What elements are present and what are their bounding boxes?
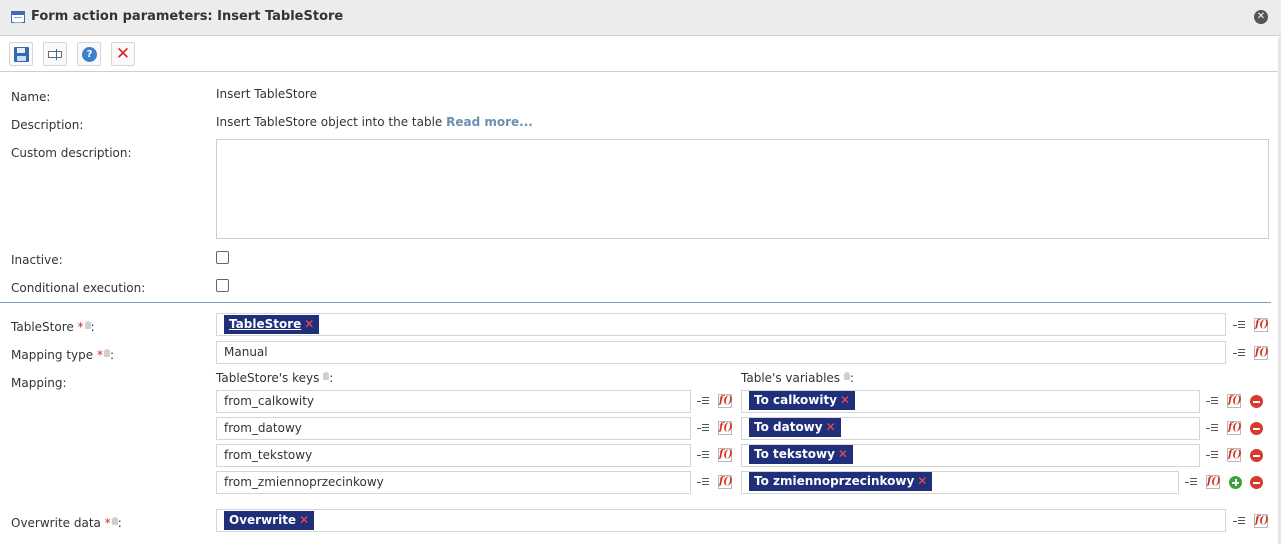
variable-list-icon[interactable] xyxy=(697,477,710,489)
variable-list-icon[interactable] xyxy=(1185,477,1198,489)
mapping-label: Mapping: xyxy=(11,376,67,390)
mapping-key-input[interactable]: from_tekstowy xyxy=(216,444,691,467)
variable-list-icon[interactable] xyxy=(1233,348,1246,360)
floppy-disk-icon xyxy=(14,47,29,62)
function-icon[interactable]: f() xyxy=(1254,346,1269,360)
function-icon[interactable]: f() xyxy=(1254,318,1269,332)
variable-list-icon[interactable] xyxy=(697,396,710,408)
variable-list-icon[interactable] xyxy=(1233,320,1246,332)
toolbar: ? ✕ xyxy=(0,37,1281,72)
function-icon[interactable]: f() xyxy=(1254,514,1269,528)
text-field-icon xyxy=(48,51,62,58)
rename-button[interactable] xyxy=(43,42,67,66)
read-more-link[interactable]: Read more... xyxy=(446,115,533,129)
variable-list-icon[interactable] xyxy=(697,450,710,462)
cancel-button[interactable]: ✕ xyxy=(111,42,135,66)
variable-list-icon[interactable] xyxy=(1206,423,1219,435)
variable-chip[interactable]: To datowy ✕ xyxy=(749,418,841,437)
variable-list-icon[interactable] xyxy=(1233,516,1246,528)
overwrite-data-label: Overwrite data *: xyxy=(11,516,122,530)
chip-remove-icon[interactable]: ✕ xyxy=(304,317,314,331)
question-icon: ? xyxy=(82,47,97,62)
dialog-titlebar: Form action parameters: Insert TableStor… xyxy=(0,0,1281,36)
save-button[interactable] xyxy=(9,42,33,66)
function-icon[interactable]: f() xyxy=(1227,448,1242,462)
function-icon[interactable]: f() xyxy=(1206,475,1221,489)
tablestore-field[interactable] xyxy=(216,313,1226,336)
variable-list-icon[interactable] xyxy=(1206,396,1219,408)
variable-chip[interactable]: To calkowity ✕ xyxy=(749,391,856,410)
close-icon[interactable]: ✕ xyxy=(1254,10,1268,24)
chip-remove-icon[interactable]: ✕ xyxy=(840,393,850,407)
dialog-title: Form action parameters: Insert TableStor… xyxy=(31,9,344,24)
function-icon[interactable]: f() xyxy=(1227,394,1242,408)
mapping-key-input[interactable]: from_datowy xyxy=(216,417,691,440)
remove-row-icon[interactable] xyxy=(1250,395,1263,408)
function-icon[interactable]: f() xyxy=(718,421,733,435)
help-button[interactable]: ? xyxy=(77,42,101,66)
description-label: Description: xyxy=(11,118,84,132)
add-row-icon[interactable] xyxy=(1229,476,1242,489)
name-label: Name: xyxy=(11,90,51,104)
tablestore-label: TableStore *: xyxy=(11,320,95,334)
mapping-type-label: Mapping type *: xyxy=(11,348,114,362)
variables-header: Table's variables : xyxy=(741,371,854,385)
tablestore-chip[interactable]: TableStore ✕ xyxy=(224,315,320,334)
function-icon[interactable]: f() xyxy=(718,448,733,462)
close-x-icon: ✕ xyxy=(115,44,131,64)
variable-list-icon[interactable] xyxy=(697,423,710,435)
function-icon[interactable]: f() xyxy=(718,475,733,489)
keys-header: TableStore's keys : xyxy=(216,371,334,385)
mapping-type-select[interactable]: Manual xyxy=(216,341,1226,364)
remove-row-icon[interactable] xyxy=(1250,449,1263,462)
chip-remove-icon[interactable]: ✕ xyxy=(299,513,309,527)
mapping-key-input[interactable]: from_zmiennoprzecinkowy xyxy=(216,471,691,494)
inactive-checkbox[interactable] xyxy=(216,251,229,264)
custom-description-textarea[interactable] xyxy=(216,139,1269,239)
description-value: Insert TableStore object into the table … xyxy=(216,115,533,129)
variable-chip[interactable]: To zmiennoprzecinkowy ✕ xyxy=(749,472,933,491)
mapping-key-input[interactable]: from_calkowity xyxy=(216,390,691,413)
overwrite-data-field[interactable] xyxy=(216,509,1226,532)
function-icon[interactable]: f() xyxy=(1227,421,1242,435)
overwrite-data-chip[interactable]: Overwrite ✕ xyxy=(224,511,315,530)
table-icon xyxy=(11,11,25,23)
chip-remove-icon[interactable]: ✕ xyxy=(826,420,836,434)
function-icon[interactable]: f() xyxy=(718,394,733,408)
name-value: Insert TableStore xyxy=(216,87,317,101)
variable-chip[interactable]: To tekstowy ✕ xyxy=(749,445,853,464)
custom-description-label: Custom description: xyxy=(11,146,132,160)
section-divider xyxy=(0,302,1271,303)
conditional-execution-label: Conditional execution: xyxy=(11,281,146,295)
chip-remove-icon[interactable]: ✕ xyxy=(917,474,927,488)
remove-row-icon[interactable] xyxy=(1250,476,1263,489)
remove-row-icon[interactable] xyxy=(1250,422,1263,435)
chip-remove-icon[interactable]: ✕ xyxy=(838,447,848,461)
conditional-execution-checkbox[interactable] xyxy=(216,279,229,292)
inactive-label: Inactive: xyxy=(11,253,63,267)
variable-list-icon[interactable] xyxy=(1206,450,1219,462)
